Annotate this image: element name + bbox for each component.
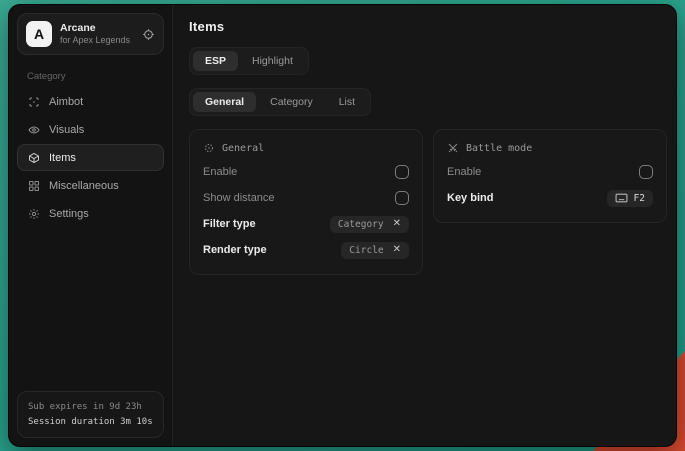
session-duration-text: Session duration 3m 10s bbox=[28, 415, 153, 429]
sidebar-item-label: Miscellaneous bbox=[49, 180, 119, 192]
sidebar-item-label: Aimbot bbox=[49, 96, 83, 108]
render-type-select[interactable]: Circle ✕ bbox=[341, 242, 409, 259]
setting-label: Show distance bbox=[203, 192, 275, 204]
setting-label: Render type bbox=[203, 244, 267, 256]
show-distance-checkbox[interactable] bbox=[395, 191, 409, 205]
tab-general[interactable]: General bbox=[193, 92, 256, 112]
eye-icon bbox=[28, 124, 40, 136]
sidebar-section-label: Category bbox=[27, 71, 164, 82]
sidebar-item-label: Items bbox=[49, 152, 76, 164]
setting-row-filter-type: Filter type Category ✕ bbox=[203, 211, 409, 237]
sidebar-nav: Aimbot Visuals Items bbox=[17, 88, 164, 227]
app-name: Arcane bbox=[60, 22, 134, 35]
panel-title: General bbox=[222, 143, 264, 154]
sidebar: A Arcane for Apex Legends Category bbox=[9, 5, 173, 446]
mode-tab-group: ESP Highlight bbox=[189, 47, 309, 75]
sidebar-item-label: Settings bbox=[49, 208, 89, 220]
sidebar-item-settings[interactable]: Settings bbox=[17, 200, 164, 227]
brand-card: A Arcane for Apex Legends bbox=[17, 13, 164, 55]
setting-row-render-type: Render type Circle ✕ bbox=[203, 237, 409, 263]
main-content: Items ESP Highlight General Category Lis… bbox=[173, 5, 677, 446]
general-panel-header: General bbox=[203, 142, 409, 154]
setting-row-show-distance: Show distance bbox=[203, 185, 409, 211]
app-window: A Arcane for Apex Legends Category bbox=[8, 4, 677, 447]
gear-icon bbox=[28, 208, 40, 220]
tab-highlight[interactable]: Highlight bbox=[240, 51, 305, 71]
select-value: Category bbox=[338, 219, 384, 230]
setting-row-enable: Enable bbox=[447, 159, 653, 185]
clear-icon[interactable]: ✕ bbox=[393, 245, 401, 255]
select-value: Circle bbox=[349, 245, 383, 256]
filter-type-select[interactable]: Category ✕ bbox=[330, 216, 409, 233]
tab-list[interactable]: List bbox=[327, 92, 367, 112]
keybind-value: F2 bbox=[634, 193, 645, 204]
enable-checkbox[interactable] bbox=[395, 165, 409, 179]
battle-enable-checkbox[interactable] bbox=[639, 165, 653, 179]
keybind-button[interactable]: F2 bbox=[607, 190, 653, 207]
battle-mode-panel-header: Battle mode bbox=[447, 142, 653, 154]
keyboard-icon bbox=[615, 193, 628, 203]
setting-row-enable: Enable bbox=[203, 159, 409, 185]
setting-label: Filter type bbox=[203, 218, 256, 230]
subscription-card: Sub expires in 9d 23h Session duration 3… bbox=[17, 391, 164, 438]
app-subtitle: for Apex Legends bbox=[60, 35, 134, 46]
setting-label: Key bind bbox=[447, 192, 493, 204]
sidebar-item-miscellaneous[interactable]: Miscellaneous bbox=[17, 172, 164, 199]
swords-icon bbox=[447, 142, 459, 154]
general-panel: General Enable Show distance Filter type… bbox=[189, 129, 423, 275]
sidebar-item-aimbot[interactable]: Aimbot bbox=[17, 88, 164, 115]
brand-text: Arcane for Apex Legends bbox=[60, 22, 134, 46]
panels-row: General Enable Show distance Filter type… bbox=[189, 129, 667, 275]
app-logo: A bbox=[26, 21, 52, 47]
sub-expires-text: Sub expires in 9d 23h bbox=[28, 400, 153, 414]
tab-category[interactable]: Category bbox=[258, 92, 325, 112]
sidebar-item-label: Visuals bbox=[49, 124, 84, 136]
sidebar-item-visuals[interactable]: Visuals bbox=[17, 116, 164, 143]
clear-icon[interactable]: ✕ bbox=[393, 219, 401, 229]
dashed-crosshair-icon bbox=[203, 142, 215, 154]
setting-row-key-bind: Key bind F2 bbox=[447, 185, 653, 211]
crosshair-icon bbox=[28, 96, 40, 108]
setting-label: Enable bbox=[203, 166, 237, 178]
grid-icon bbox=[28, 180, 40, 192]
battle-mode-panel: Battle mode Enable Key bind F2 bbox=[433, 129, 667, 223]
panel-title: Battle mode bbox=[466, 143, 532, 154]
tab-esp[interactable]: ESP bbox=[193, 51, 238, 71]
box-icon bbox=[28, 152, 40, 164]
sub-tab-group: General Category List bbox=[189, 88, 371, 116]
target-icon[interactable] bbox=[142, 28, 155, 41]
setting-label: Enable bbox=[447, 166, 481, 178]
page-title: Items bbox=[189, 19, 667, 34]
sidebar-item-items[interactable]: Items bbox=[17, 144, 164, 171]
